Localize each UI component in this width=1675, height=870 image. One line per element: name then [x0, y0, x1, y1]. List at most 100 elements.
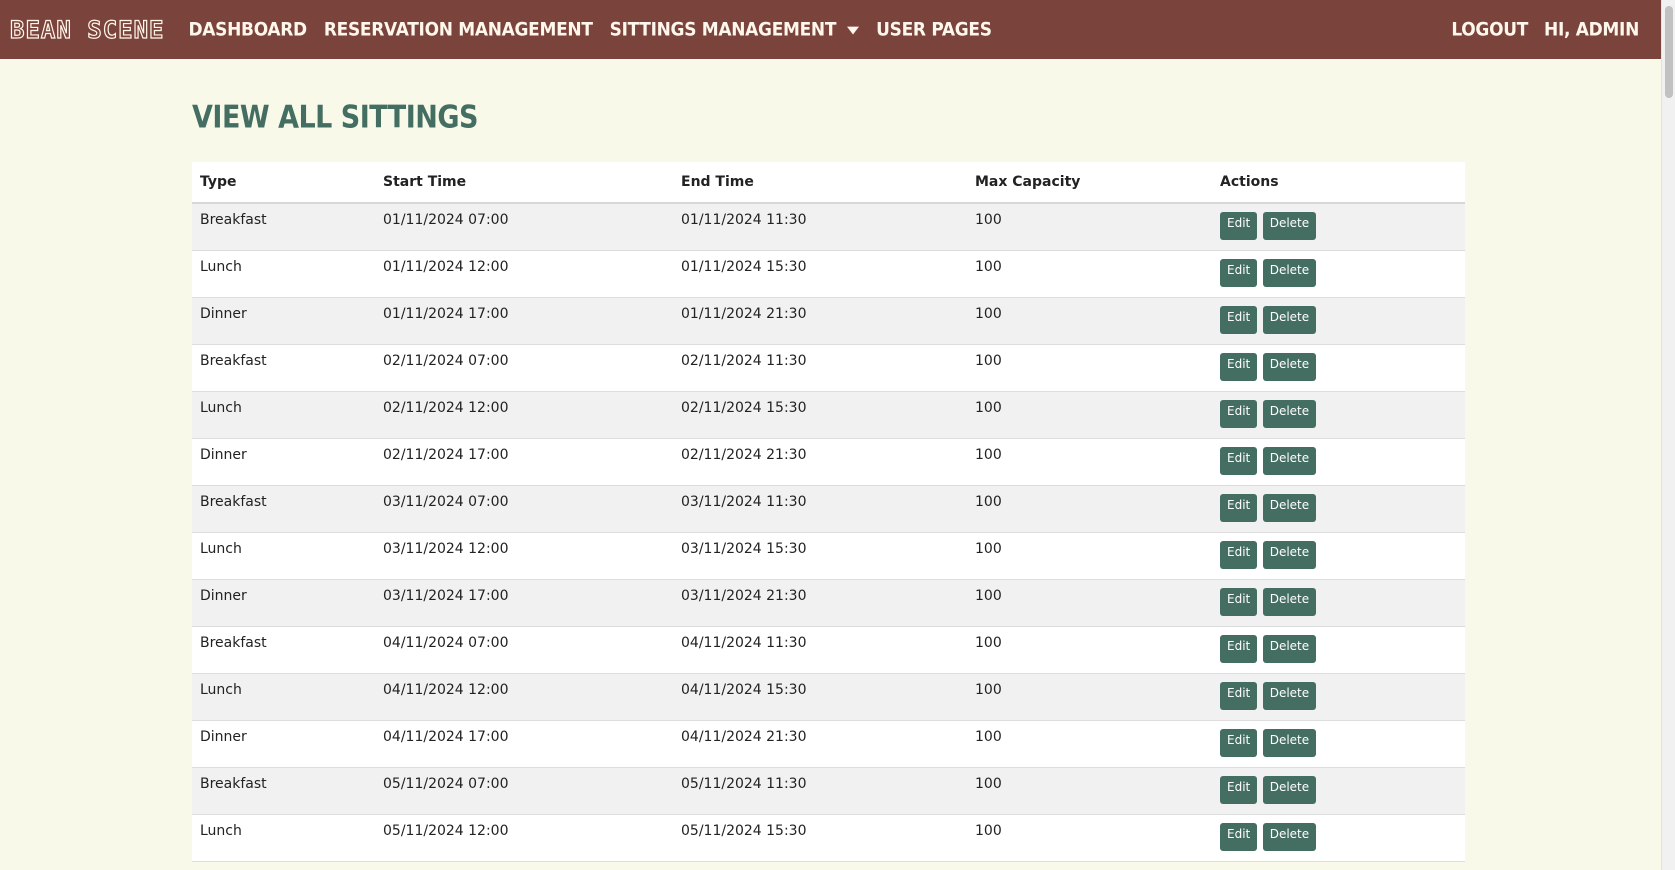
cell-end-time: 05/11/2024 15:30 — [673, 814, 967, 862]
header-start-time: Start Time — [375, 162, 673, 204]
cell-start-time: 02/11/2024 17:00 — [375, 438, 673, 486]
nav-dashboard[interactable]: Dashboard — [189, 18, 308, 40]
delete-button[interactable]: Delete — [1262, 258, 1317, 287]
cell-start-time: 04/11/2024 12:00 — [375, 673, 673, 721]
edit-button[interactable]: Edit — [1220, 258, 1258, 287]
cell-max-capacity: 100 — [967, 532, 1212, 580]
cell-actions: Edit Delete — [1212, 532, 1465, 580]
cell-max-capacity: 100 — [967, 767, 1212, 815]
cell-end-time: 01/11/2024 15:30 — [673, 250, 967, 298]
delete-button[interactable]: Delete — [1262, 399, 1317, 428]
delete-button[interactable]: Delete — [1262, 634, 1317, 663]
cell-max-capacity: 100 — [967, 814, 1212, 862]
edit-button[interactable]: Edit — [1220, 822, 1258, 851]
edit-button[interactable]: Edit — [1220, 681, 1258, 710]
cell-max-capacity: 100 — [967, 344, 1212, 392]
delete-button[interactable]: Delete — [1262, 822, 1317, 851]
delete-button[interactable]: Delete — [1262, 305, 1317, 334]
delete-button[interactable]: Delete — [1262, 212, 1317, 240]
cell-end-time: 02/11/2024 11:30 — [673, 344, 967, 392]
cell-max-capacity: 100 — [967, 438, 1212, 486]
table-row: Dinner 02/11/2024 17:00 02/11/2024 21:30… — [192, 438, 1465, 486]
cell-max-capacity: 100 — [967, 391, 1212, 439]
delete-button[interactable]: Delete — [1262, 775, 1317, 804]
nav-reservation-management[interactable]: Reservation Management — [324, 18, 593, 40]
edit-button[interactable]: Edit — [1220, 775, 1258, 804]
edit-button[interactable]: Edit — [1220, 446, 1258, 475]
cell-end-time: 05/11/2024 11:30 — [673, 767, 967, 815]
cell-end-time: 01/11/2024 21:30 — [673, 297, 967, 345]
cell-max-capacity: 100 — [967, 579, 1212, 627]
cell-actions: Edit Delete — [1212, 203, 1465, 251]
cell-end-time: 02/11/2024 21:30 — [673, 438, 967, 486]
cell-end-time: 04/11/2024 21:30 — [673, 720, 967, 768]
cell-type: Dinner — [192, 297, 375, 345]
cell-type: Lunch — [192, 673, 375, 721]
cell-max-capacity: 100 — [967, 720, 1212, 768]
brand-logo[interactable]: Bean Scene — [9, 15, 165, 44]
table-row: Dinner 04/11/2024 17:00 04/11/2024 21:30… — [192, 720, 1465, 768]
delete-button[interactable]: Delete — [1262, 446, 1317, 475]
cell-actions: Edit Delete — [1212, 626, 1465, 674]
edit-button[interactable]: Edit — [1220, 493, 1258, 522]
edit-button[interactable]: Edit — [1220, 352, 1258, 381]
nav-logout[interactable]: Logout — [1451, 18, 1528, 40]
top-navbar: Bean Scene Dashboard Reservation Managem… — [0, 0, 1661, 59]
cell-type: Lunch — [192, 814, 375, 862]
scrollbar-thumb[interactable] — [1665, 6, 1673, 98]
delete-button[interactable]: Delete — [1262, 681, 1317, 710]
edit-button[interactable]: Edit — [1220, 399, 1258, 428]
cell-max-capacity: 100 — [967, 673, 1212, 721]
cell-start-time: 03/11/2024 12:00 — [375, 532, 673, 580]
cell-end-time: 03/11/2024 15:30 — [673, 532, 967, 580]
cell-actions: Edit Delete — [1212, 720, 1465, 768]
edit-button[interactable]: Edit — [1220, 212, 1258, 240]
delete-button[interactable]: Delete — [1262, 587, 1317, 616]
delete-button[interactable]: Delete — [1262, 352, 1317, 381]
cell-start-time: 02/11/2024 07:00 — [375, 344, 673, 392]
cell-start-time: 03/11/2024 17:00 — [375, 579, 673, 627]
edit-button[interactable]: Edit — [1220, 634, 1258, 663]
cell-type: Dinner — [192, 438, 375, 486]
cell-start-time: 01/11/2024 07:00 — [375, 203, 673, 251]
cell-max-capacity: 100 — [967, 626, 1212, 674]
delete-button[interactable]: Delete — [1262, 493, 1317, 522]
header-actions: Actions — [1212, 162, 1465, 204]
table-row: Dinner 03/11/2024 17:00 03/11/2024 21:30… — [192, 579, 1465, 627]
edit-button[interactable]: Edit — [1220, 305, 1258, 334]
table-row: Breakfast 03/11/2024 07:00 03/11/2024 11… — [192, 485, 1465, 533]
table-header-row: Type Start Time End Time Max Capacity Ac… — [192, 162, 1465, 204]
table-row: Breakfast 02/11/2024 07:00 02/11/2024 11… — [192, 344, 1465, 392]
header-max-capacity: Max Capacity — [967, 162, 1212, 204]
cell-type: Breakfast — [192, 626, 375, 674]
cell-actions: Edit Delete — [1212, 391, 1465, 439]
nav-sittings-management[interactable]: Sittings Management — [609, 18, 860, 41]
cell-start-time: 02/11/2024 12:00 — [375, 391, 673, 439]
cell-type: Breakfast — [192, 344, 375, 392]
cell-max-capacity: 100 — [967, 297, 1212, 345]
cell-start-time: 04/11/2024 07:00 — [375, 626, 673, 674]
cell-actions: Edit Delete — [1212, 767, 1465, 815]
table-row: Lunch 04/11/2024 12:00 04/11/2024 15:30 … — [192, 673, 1465, 721]
nav-sittings-management-label: Sittings Management — [609, 18, 837, 41]
nav-user-pages[interactable]: User Pages — [876, 18, 992, 40]
cell-actions: Edit Delete — [1212, 579, 1465, 627]
nav-user-greeting[interactable]: Hi, Admin — [1544, 18, 1639, 40]
cell-end-time: 04/11/2024 15:30 — [673, 673, 967, 721]
delete-button[interactable]: Delete — [1262, 728, 1317, 757]
cell-type: Breakfast — [192, 203, 375, 251]
cell-type: Dinner — [192, 579, 375, 627]
cell-start-time: 01/11/2024 17:00 — [375, 297, 673, 345]
page-scrollbar[interactable] — [1661, 0, 1675, 870]
edit-button[interactable]: Edit — [1220, 540, 1258, 569]
delete-button[interactable]: Delete — [1262, 540, 1317, 569]
edit-button[interactable]: Edit — [1220, 728, 1258, 757]
chevron-down-icon — [847, 25, 860, 34]
sittings-table: Type Start Time End Time Max Capacity Ac… — [192, 162, 1465, 862]
cell-end-time: 03/11/2024 21:30 — [673, 579, 967, 627]
cell-max-capacity: 100 — [967, 485, 1212, 533]
cell-actions: Edit Delete — [1212, 814, 1465, 862]
cell-start-time: 03/11/2024 07:00 — [375, 485, 673, 533]
cell-start-time: 01/11/2024 12:00 — [375, 250, 673, 298]
edit-button[interactable]: Edit — [1220, 587, 1258, 616]
